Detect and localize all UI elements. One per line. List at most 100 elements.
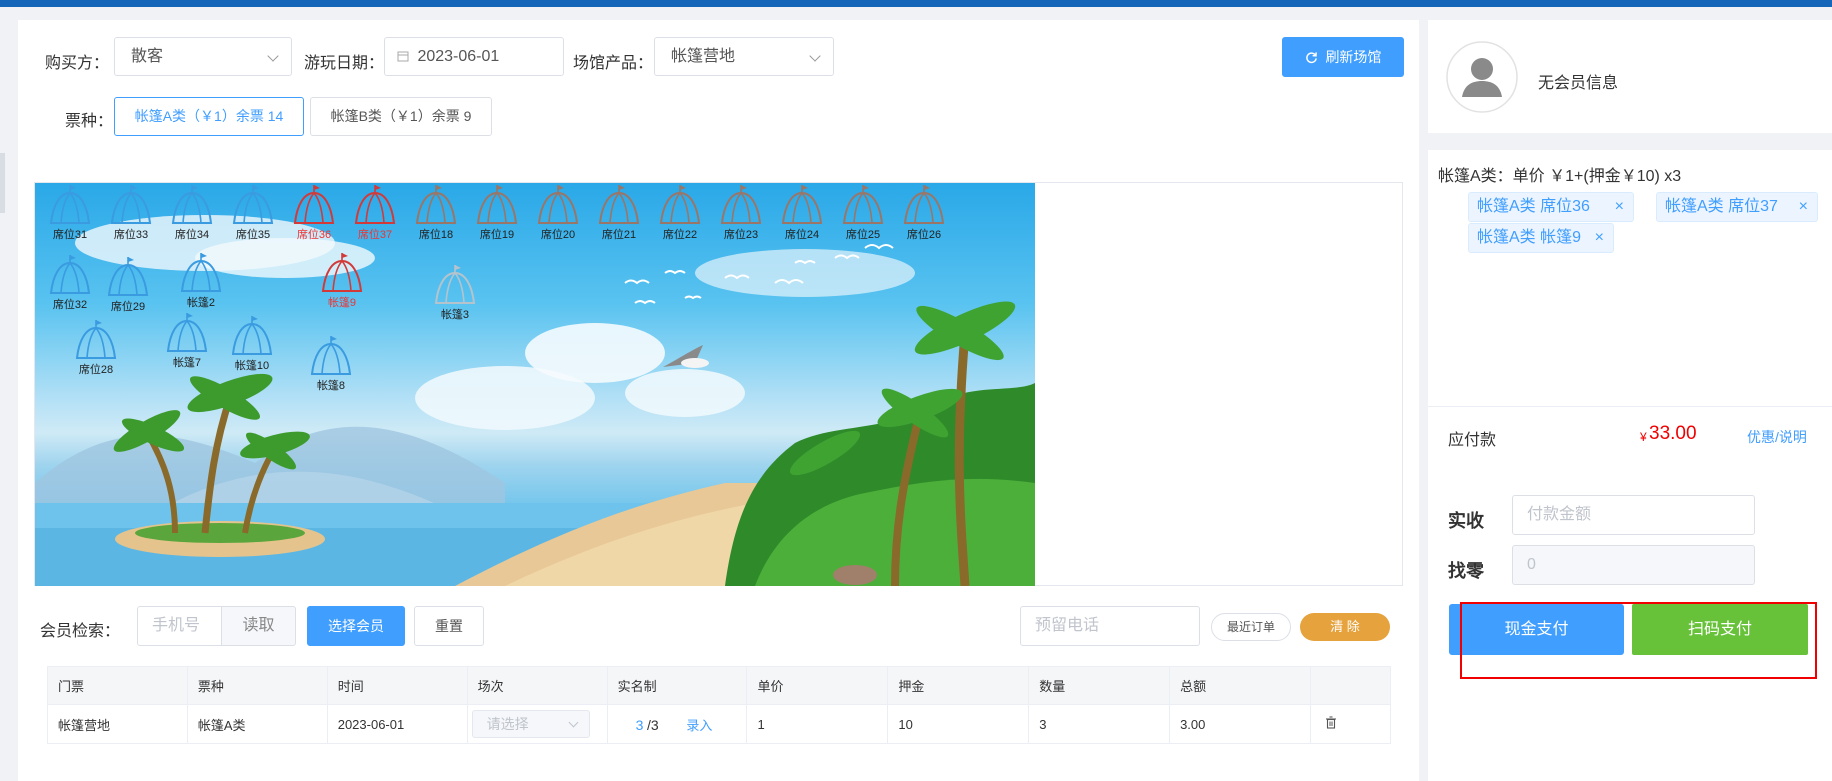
- top-header-bar: [0, 0, 1832, 7]
- seat-label: 席位36: [296, 229, 332, 241]
- seat-label: 席位33: [113, 229, 149, 241]
- tent-icon: [180, 253, 222, 292]
- change-label: 找零: [1448, 561, 1484, 581]
- tent-icon: [903, 185, 945, 224]
- ticket-type-label: 票种：: [65, 113, 114, 130]
- tent-icon: [110, 185, 152, 224]
- seat-帐篷9[interactable]: 帐篷9: [316, 251, 368, 309]
- seat-席位29[interactable]: 席位29: [102, 255, 154, 313]
- close-icon[interactable]: ×: [1799, 193, 1808, 221]
- product-select[interactable]: 帐篷营地: [654, 37, 834, 76]
- tent-icon: [781, 185, 823, 224]
- selected-seat-tag-label: 帐篷A类 席位37: [1665, 198, 1778, 215]
- tent-icon: [415, 185, 457, 224]
- order-summary-panel: 帐篷A类：单价 ￥1+(押金￥10) x3 帐篷A类 席位36 × 帐篷A类 席…: [1428, 150, 1832, 781]
- seat-席位31[interactable]: 席位31: [44, 183, 96, 241]
- seat-席位21: 席位21: [593, 183, 645, 241]
- session-select[interactable]: 请选择: [471, 710, 590, 738]
- seat-label: 席位25: [845, 229, 881, 241]
- cell-quantity: 3: [1028, 704, 1171, 744]
- refresh-venue-label: 刷新场馆: [1325, 49, 1382, 65]
- seat-席位33[interactable]: 席位33: [105, 183, 157, 241]
- seat-label: 席位21: [601, 229, 637, 241]
- cell-total: 3.00: [1169, 704, 1311, 744]
- date-picker[interactable]: 2023-06-01: [384, 37, 564, 76]
- seat-席位28[interactable]: 席位28: [70, 318, 122, 376]
- venue-map: 席位31 席位33 席位34 席位35 席位36 席位37 席位18 席位19 席位20 席位21…: [35, 183, 1035, 586]
- reserved-phone-input[interactable]: 预留电话: [1020, 606, 1200, 646]
- chevron-down-icon: [267, 50, 279, 62]
- seat-label: 帐篷7: [172, 357, 202, 369]
- realname-count: 3: [635, 716, 644, 733]
- discount-link[interactable]: 优惠/说明: [1747, 427, 1807, 447]
- left-collapse-tab[interactable]: [0, 153, 5, 213]
- selected-seat-tag-label: 帐篷A类 帐篷9: [1477, 229, 1582, 246]
- seat-席位35[interactable]: 席位35: [227, 183, 279, 241]
- realname-enter-link[interactable]: 录入: [686, 718, 712, 733]
- seat-帐篷7[interactable]: 帐篷7: [161, 311, 213, 369]
- seat-帐篷8[interactable]: 帐篷8: [305, 334, 357, 392]
- payable-amount: 33.00: [1649, 423, 1697, 444]
- select-member-button[interactable]: 选择会员: [307, 606, 405, 646]
- tent-icon: [354, 185, 396, 224]
- seat-label: 席位20: [540, 229, 576, 241]
- table-header-row: 门票 票种 时间 场次 实名制 单价 押金 数量 总额: [47, 666, 1392, 705]
- seat-label: 席位18: [418, 229, 454, 241]
- tent-icon: [231, 316, 273, 355]
- change-input: 0: [1512, 545, 1755, 585]
- column-header: 实名制: [606, 666, 748, 705]
- seat-席位37[interactable]: 席位37: [349, 183, 401, 241]
- read-card-button[interactable]: 读取: [221, 606, 296, 646]
- avatar[interactable]: [1446, 41, 1518, 113]
- ticket-table: 门票 票种 时间 场次 实名制 单价 押金 数量 总额 帐篷营地 帐篷A类 20…: [47, 666, 1392, 744]
- seat-席位22: 席位22: [654, 183, 706, 241]
- chevron-down-icon: [568, 717, 579, 728]
- received-amount-input[interactable]: 付款金额: [1512, 495, 1755, 535]
- seat-label: 帐篷3: [440, 309, 470, 321]
- product-value: 帐篷营地: [671, 48, 736, 65]
- close-icon[interactable]: ×: [1615, 193, 1624, 221]
- selected-seat-tag: 帐篷A类 席位37 ×: [1656, 192, 1818, 222]
- member-info-panel: 无会员信息: [1428, 20, 1832, 133]
- seat-席位34[interactable]: 席位34: [166, 183, 218, 241]
- seat-席位36[interactable]: 席位36: [288, 183, 340, 241]
- seat-label: 席位29: [110, 301, 146, 313]
- seat-label: 帐篷9: [327, 297, 357, 309]
- seat-席位26: 席位26: [898, 183, 950, 241]
- seat-帐篷2[interactable]: 帐篷2: [175, 251, 227, 309]
- seat-席位20: 席位20: [532, 183, 584, 241]
- reset-button[interactable]: 重置: [414, 606, 484, 646]
- recent-orders-button[interactable]: 最近订单: [1211, 613, 1291, 641]
- seat-label: 席位34: [174, 229, 210, 241]
- seat-席位32[interactable]: 席位32: [44, 253, 96, 311]
- seat-label: 席位31: [52, 229, 88, 241]
- chevron-down-icon: [809, 50, 821, 62]
- ticket-type-b[interactable]: 帐篷B类（￥1）余票 9: [310, 97, 492, 136]
- seat-帐篷10[interactable]: 帐篷10: [226, 314, 278, 372]
- realname-total: /3: [647, 716, 659, 733]
- cell-actions: [1309, 704, 1392, 744]
- tent-icon: [310, 336, 352, 375]
- column-header: 时间: [326, 666, 468, 705]
- trash-icon[interactable]: [1325, 716, 1337, 729]
- buyer-value: 散客: [131, 48, 164, 65]
- tent-icon: [75, 320, 117, 359]
- selected-seat-tag: 帐篷A类 帐篷9 ×: [1468, 223, 1614, 253]
- close-icon[interactable]: ×: [1595, 224, 1604, 252]
- member-phone-input[interactable]: 手机号: [137, 606, 222, 646]
- tent-icon: [720, 185, 762, 224]
- refresh-venue-button[interactable]: 刷新场馆: [1282, 37, 1404, 77]
- buyer-select[interactable]: 散客: [114, 37, 292, 76]
- date-value: 2023-06-01: [417, 48, 500, 65]
- cell-price: 1: [746, 704, 889, 744]
- tent-icon: [537, 185, 579, 224]
- clear-button[interactable]: 清 除: [1300, 613, 1390, 641]
- venue-map-frame: 席位31 席位33 席位34 席位35 席位36 席位37 席位18 席位19 席位20 席位21…: [34, 182, 1403, 586]
- seat-席位19: 席位19: [471, 183, 523, 241]
- seat-label: 席位37: [357, 229, 393, 241]
- date-label: 游玩日期：: [304, 55, 385, 72]
- tent-icon: [107, 257, 149, 296]
- ticket-type-a[interactable]: 帐篷A类（￥1）余票 14: [114, 97, 304, 136]
- tent-icon: [476, 185, 518, 224]
- tent-icon: [232, 185, 274, 224]
